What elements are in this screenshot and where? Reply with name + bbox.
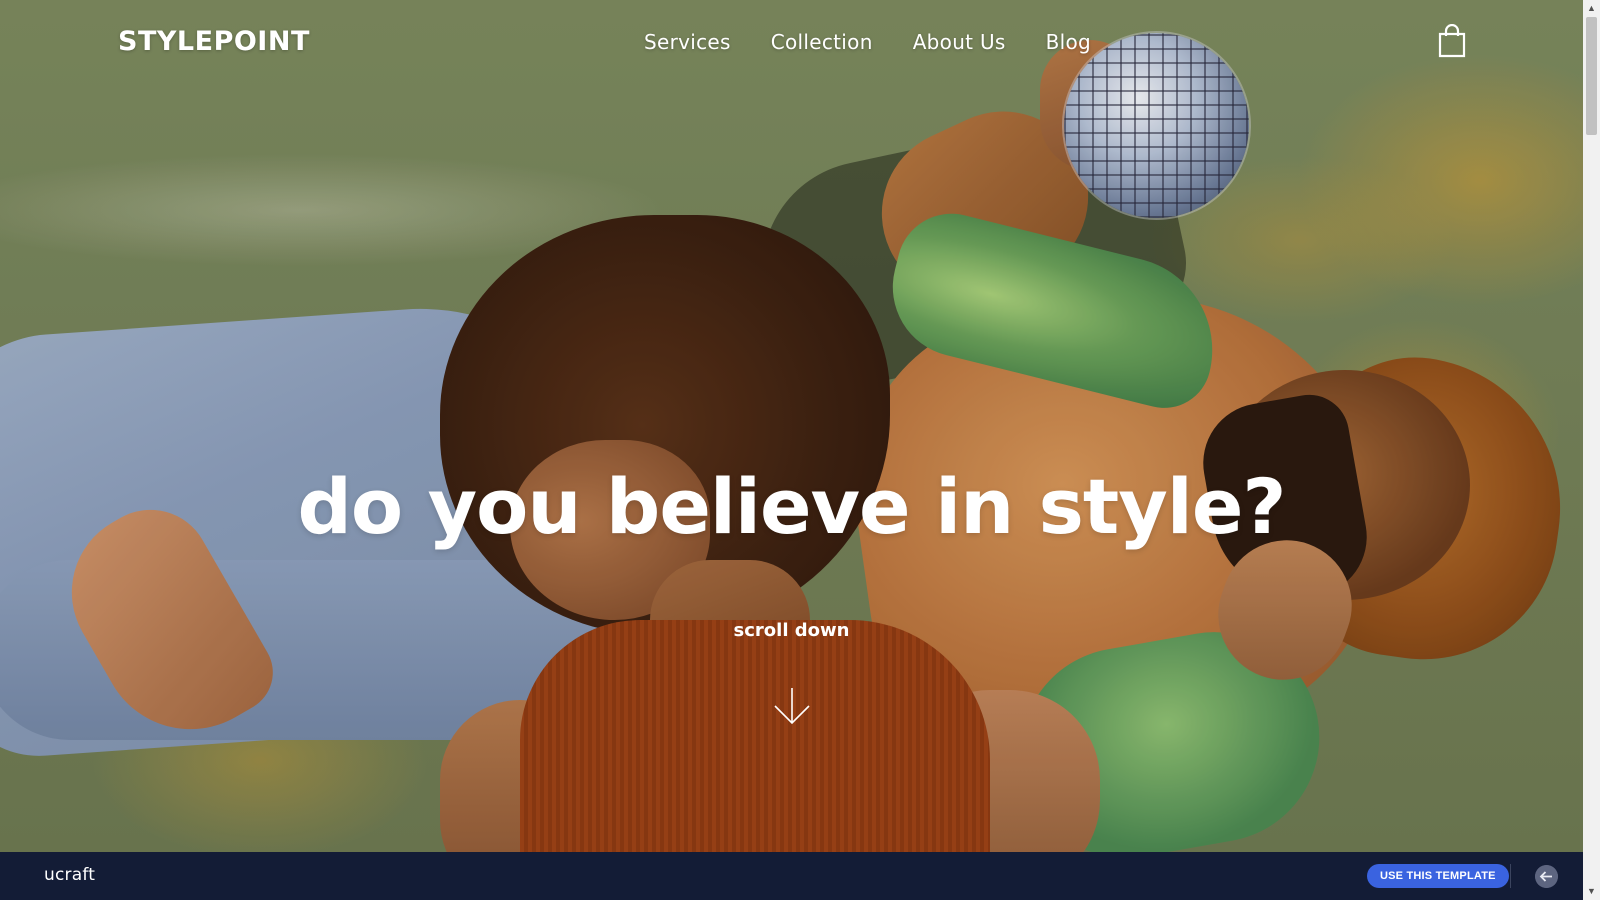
- nav-collection[interactable]: Collection: [771, 30, 873, 54]
- bar-divider: [1510, 864, 1511, 888]
- page: STYLEPOINT Services Collection About Us …: [0, 0, 1583, 900]
- ucraft-logo[interactable]: ucraft: [44, 865, 95, 885]
- scroll-down-label[interactable]: scroll down: [0, 620, 1583, 641]
- scroll-up-arrow-icon[interactable]: ▲: [1583, 0, 1600, 17]
- scrollbar-thumb[interactable]: [1586, 17, 1597, 135]
- main-nav: Services Collection About Us Blog: [644, 30, 1091, 54]
- use-template-button[interactable]: USE THIS TEMPLATE: [1367, 864, 1509, 888]
- shopping-bag-icon[interactable]: [1437, 24, 1467, 58]
- nav-services[interactable]: Services: [644, 30, 731, 54]
- nav-about-us[interactable]: About Us: [913, 30, 1006, 54]
- site-logo[interactable]: STYLEPOINT: [118, 26, 310, 57]
- scrollbar[interactable]: ▲ ▼: [1583, 0, 1600, 900]
- hero-headline: do you believe in style?: [297, 461, 1287, 551]
- template-promo-bar: ucraft USE THIS TEMPLATE: [0, 852, 1583, 900]
- arrow-left-icon[interactable]: [1535, 865, 1558, 888]
- arrow-down-icon[interactable]: [773, 686, 811, 726]
- nav-blog[interactable]: Blog: [1046, 30, 1091, 54]
- scroll-down-arrow-icon[interactable]: ▼: [1583, 883, 1600, 900]
